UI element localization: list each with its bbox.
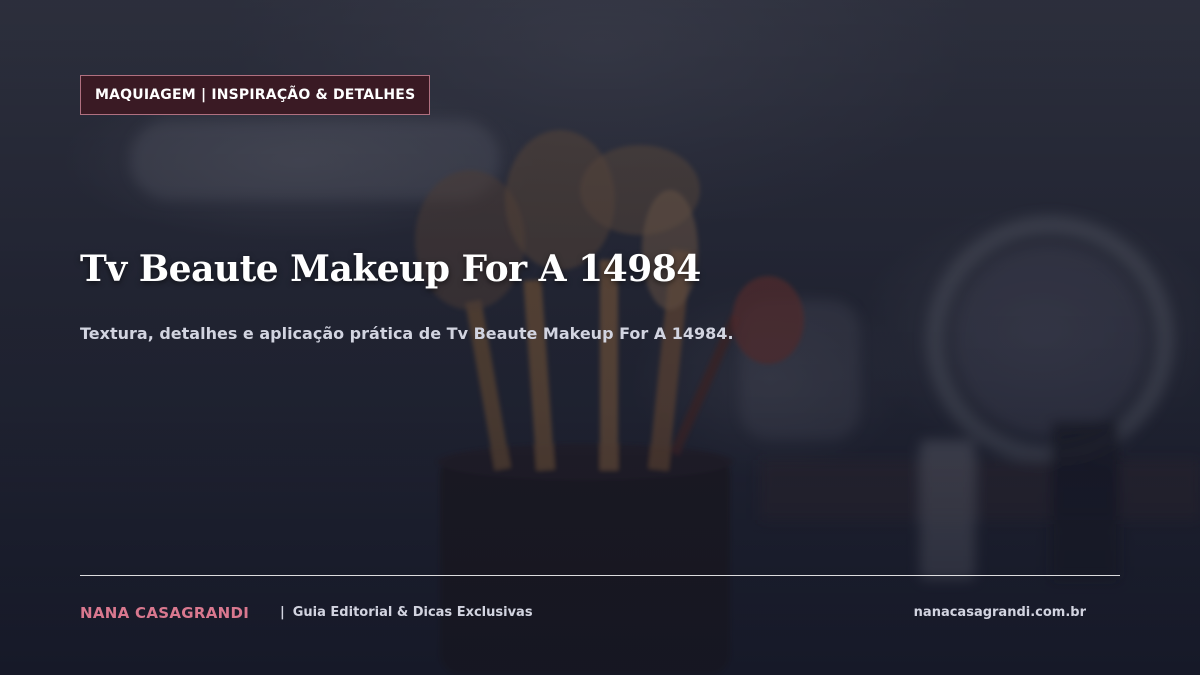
tagline-text: Guia Editorial & Dicas Exclusivas xyxy=(292,605,533,620)
page-subtitle: Textura, detalhes e aplicação prática de… xyxy=(80,324,734,343)
tagline-separator: | xyxy=(280,605,285,620)
hero-banner: MAQUIAGEM | INSPIRAÇÃO & DETALHES Tv Bea… xyxy=(0,0,1200,675)
footer-divider xyxy=(80,575,1120,576)
category-badge: MAQUIAGEM | INSPIRAÇÃO & DETALHES xyxy=(80,75,431,115)
footer-tagline: | Guia Editorial & Dicas Exclusivas xyxy=(280,605,533,620)
page-title: Tv Beaute Makeup For A 14984 xyxy=(80,248,701,290)
site-url: nanacasagrandi.com.br xyxy=(913,605,1086,620)
brand-name: NANA CASAGRANDI xyxy=(80,604,250,622)
